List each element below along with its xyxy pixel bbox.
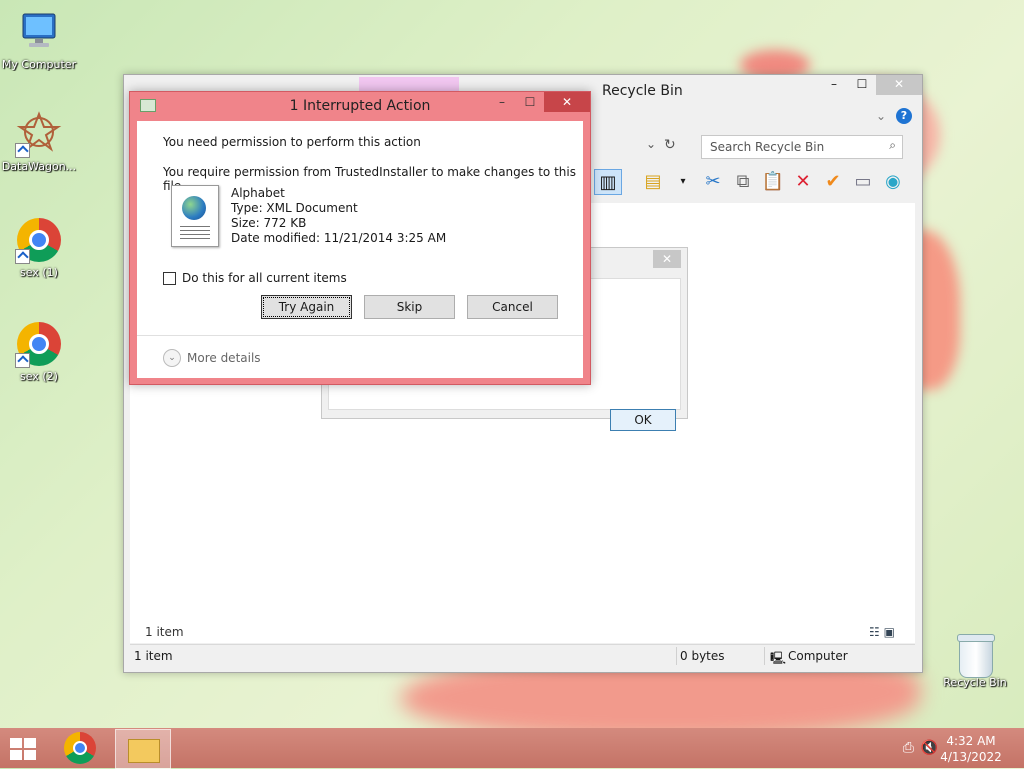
refresh-icon[interactable]: ↻ [664, 137, 676, 153]
search-placeholder: Search Recycle Bin [710, 140, 825, 154]
chrome-icon [15, 216, 63, 264]
clock-time: 4:32 AM [946, 734, 996, 748]
close-button[interactable]: ✕ [876, 75, 922, 95]
file-modified: Date modified: 11/21/2014 3:25 AM [231, 231, 447, 245]
desktop-icon-my-computer[interactable]: My Computer [0, 8, 81, 71]
ok-button[interactable]: OK [610, 409, 676, 431]
window-title: Recycle Bin [602, 83, 683, 99]
help-icon[interactable]: ? [896, 108, 912, 124]
status-items: 1 item [134, 649, 173, 663]
close-button[interactable]: ✕ [653, 250, 681, 268]
paste-icon[interactable]: 📋 [760, 169, 786, 195]
minimize-button[interactable]: – [488, 92, 516, 112]
try-again-button[interactable]: Try Again [261, 295, 352, 319]
shortcut-arrow-icon [15, 249, 30, 264]
maximize-button[interactable]: ☐ [848, 75, 876, 95]
file-size: Size: 772 KB [231, 216, 307, 230]
apply-all-label: Do this for all current items [182, 271, 347, 285]
dialog-message: You need permission to perform this acti… [163, 135, 421, 149]
minimize-button[interactable]: – [820, 75, 848, 95]
desktop-icon-sex-2[interactable]: sex (2) [0, 320, 81, 383]
dialog-body: You need permission to perform this acti… [137, 121, 583, 378]
taskbar-file-explorer-icon[interactable] [115, 729, 171, 769]
network-icon[interactable]: ⎙ [903, 740, 914, 756]
status-bar: 1 item 0 bytes 🖳 Computer [130, 644, 915, 667]
window-controls: – ☐ ✕ [820, 75, 922, 95]
computer-icon [15, 8, 63, 56]
datawagon-icon [15, 110, 63, 158]
maximize-button[interactable]: ☐ [516, 92, 544, 112]
checkmark-icon[interactable]: ✔ [820, 169, 846, 195]
file-type: Type: XML Document [231, 201, 358, 215]
desktop-icon-datawagon[interactable]: DataWagon... [0, 110, 81, 173]
copy-icon[interactable]: ⧉ [730, 169, 756, 195]
interrupted-action-dialog: 1 Interrupted Action – ☐ ✕ You need perm… [129, 91, 591, 385]
ribbon-expand-icon[interactable]: ⌄ [876, 109, 886, 123]
status-location: Computer [788, 649, 848, 663]
clock[interactable]: 4:32 AM 4/13/2022 [936, 733, 1006, 765]
globe-icon[interactable]: ◉ [880, 169, 906, 195]
search-icon: ⌕ [889, 138, 896, 152]
details-view-icon[interactable]: ☷ ▣ [869, 625, 895, 639]
more-details-toggle[interactable]: ⌄ More details [163, 349, 261, 367]
clock-date: 4/13/2022 [940, 750, 1002, 764]
shortcut-arrow-icon [15, 143, 30, 158]
apply-all-checkbox-row[interactable]: Do this for all current items [163, 271, 347, 285]
xml-file-icon [171, 185, 219, 247]
file-name: Alphabet [231, 186, 285, 200]
more-details-label: More details [187, 351, 261, 365]
desktop-icon-label: sex (2) [20, 370, 58, 383]
chevron-down-icon: ⌄ [163, 349, 181, 367]
taskbar-chrome-icon[interactable] [64, 732, 96, 764]
desktop-icon-label: DataWagon... [1, 160, 77, 173]
shortcut-arrow-icon [15, 353, 30, 368]
taskbar: ⎙ 🔇 4:32 AM 4/13/2022 [0, 728, 1024, 769]
desktop-icon-label: My Computer [1, 58, 77, 71]
delete-icon[interactable]: ✕ [790, 169, 816, 195]
desktop-icon-recycle-bin[interactable]: Recycle Bin [933, 632, 1017, 689]
cancel-button[interactable]: Cancel [467, 295, 558, 319]
start-button[interactable] [10, 736, 38, 760]
chrome-icon [15, 320, 63, 368]
divider [137, 335, 583, 336]
status-size: 0 bytes [680, 649, 725, 663]
rename-icon[interactable]: ▭ [850, 169, 876, 195]
properties-icon[interactable]: ▤ [640, 169, 666, 195]
file-info: Alphabet Type: XML Document Size: 772 KB… [231, 186, 446, 246]
content-item-count: 1 item [145, 625, 184, 639]
skip-button[interactable]: Skip [364, 295, 455, 319]
address-dropdown-icon[interactable]: ⌄ [646, 137, 656, 151]
view-pane-icon[interactable]: ▥ [594, 169, 622, 195]
search-input[interactable]: Search Recycle Bin ⌕ [701, 135, 903, 159]
desktop-icon-sex-1[interactable]: sex (1) [0, 216, 81, 279]
toolbar: ▥ ▤ ▾ ✂ ⧉ 📋 ✕ ✔ ▭ ◉ [594, 167, 906, 197]
cut-icon[interactable]: ✂ [700, 169, 726, 195]
recycle-bin-icon [957, 632, 995, 678]
apply-all-checkbox[interactable] [163, 271, 176, 285]
close-button[interactable]: ✕ [544, 92, 590, 112]
dropdown-icon[interactable]: ▾ [670, 169, 696, 195]
dialog-window-controls: – ☐ ✕ [488, 92, 590, 112]
desktop-icon-label: sex (1) [20, 266, 58, 279]
computer-icon: 🖳 [770, 651, 787, 665]
